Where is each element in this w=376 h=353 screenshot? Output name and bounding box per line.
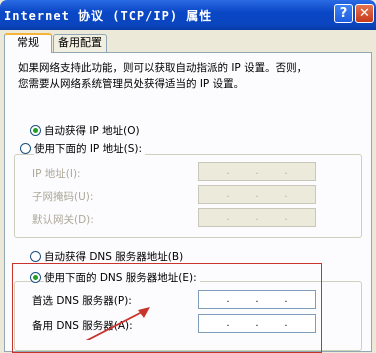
annotation-arrow [85,307,150,340]
tab-general[interactable]: 常规 [4,33,52,53]
